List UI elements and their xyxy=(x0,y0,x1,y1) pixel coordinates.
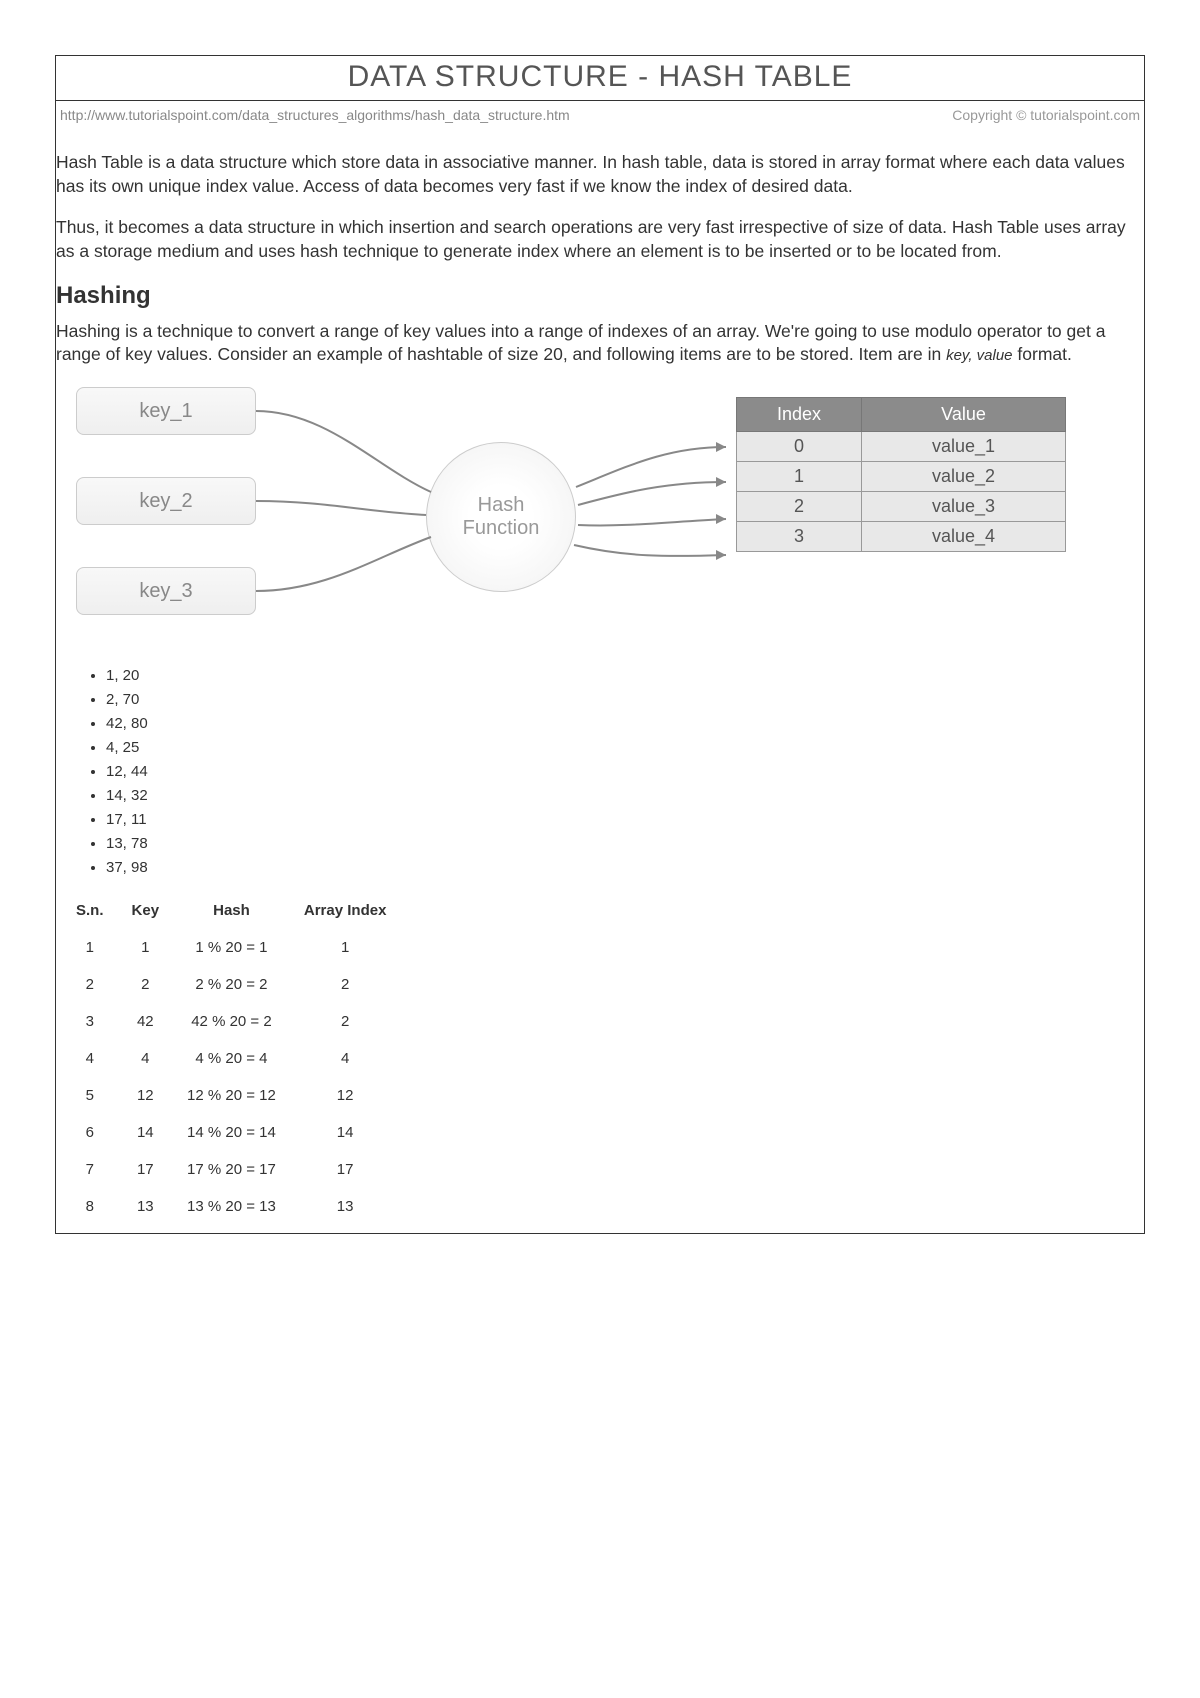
cell: 2 xyxy=(62,966,118,1003)
key-box-2: key_2 xyxy=(76,477,256,525)
hashing-text-b: format. xyxy=(1013,344,1072,364)
list-item: 2, 70 xyxy=(106,691,1142,708)
key-box-1: key_1 xyxy=(76,387,256,435)
out-cell: 3 xyxy=(737,521,862,551)
out-cell: 1 xyxy=(737,461,862,491)
cell: 4 xyxy=(62,1040,118,1077)
cell: 8 xyxy=(62,1188,118,1225)
table-row: 51212 % 20 = 1212 xyxy=(62,1077,400,1114)
hash-index-table: S.n. Key Hash Array Index 111 % 20 = 11 … xyxy=(62,896,400,1225)
out-cell: 0 xyxy=(737,431,862,461)
list-item: 13, 78 xyxy=(106,835,1142,852)
th-hash: Hash xyxy=(173,896,290,929)
table-row: 444 % 20 = 44 xyxy=(62,1040,400,1077)
page-title: DATA STRUCTURE - HASH TABLE xyxy=(56,56,1144,101)
list-item: 1, 20 xyxy=(106,667,1142,684)
out-cell: 2 xyxy=(737,491,862,521)
th-key: Key xyxy=(118,896,174,929)
th-sn: S.n. xyxy=(62,896,118,929)
key-box-3: key_3 xyxy=(76,567,256,615)
cell: 42 xyxy=(118,1003,174,1040)
source-url: http://www.tutorialspoint.com/data_struc… xyxy=(60,107,570,123)
hash-label-2: Function xyxy=(463,517,540,540)
hashing-paragraph: Hashing is a technique to convert a rang… xyxy=(56,320,1142,367)
table-row: 61414 % 20 = 1414 xyxy=(62,1114,400,1151)
cell: 2 xyxy=(290,1003,401,1040)
list-item: 14, 32 xyxy=(106,787,1142,804)
document-page: DATA STRUCTURE - HASH TABLE http://www.t… xyxy=(55,55,1145,1234)
hash-diagram: key_1 key_2 key_3 Hash Function xyxy=(66,387,1126,647)
out-cell: value_3 xyxy=(862,491,1066,521)
intro-paragraph-2: Thus, it becomes a data structure in whi… xyxy=(56,216,1142,263)
cell: 14 % 20 = 14 xyxy=(173,1114,290,1151)
cell: 12 % 20 = 12 xyxy=(173,1077,290,1114)
hashing-text-italic: key, value xyxy=(946,347,1012,364)
table-row: 222 % 20 = 22 xyxy=(62,966,400,1003)
out-cell: value_4 xyxy=(862,521,1066,551)
hash-label-1: Hash xyxy=(478,494,525,517)
table-row: 81313 % 20 = 1313 xyxy=(62,1188,400,1225)
item-list: 1, 20 2, 70 42, 80 4, 25 12, 44 14, 32 1… xyxy=(106,667,1142,876)
cell: 1 xyxy=(290,929,401,966)
cell: 14 xyxy=(290,1114,401,1151)
cell: 17 xyxy=(118,1151,174,1188)
cell: 1 xyxy=(118,929,174,966)
cell: 5 xyxy=(62,1077,118,1114)
cell: 12 xyxy=(290,1077,401,1114)
cell: 4 xyxy=(290,1040,401,1077)
list-item: 17, 11 xyxy=(106,811,1142,828)
table-row: 111 % 20 = 11 xyxy=(62,929,400,966)
cell: 42 % 20 = 2 xyxy=(173,1003,290,1040)
out-header-value: Value xyxy=(862,397,1066,431)
intro-paragraph-1: Hash Table is a data structure which sto… xyxy=(56,151,1142,198)
cell: 17 xyxy=(290,1151,401,1188)
list-item: 37, 98 xyxy=(106,859,1142,876)
cell: 4 xyxy=(118,1040,174,1077)
th-arrindex: Array Index xyxy=(290,896,401,929)
out-header-index: Index xyxy=(737,397,862,431)
cell: 17 % 20 = 17 xyxy=(173,1151,290,1188)
cell: 1 xyxy=(62,929,118,966)
meta-row: http://www.tutorialspoint.com/data_struc… xyxy=(56,101,1144,141)
cell: 3 xyxy=(62,1003,118,1040)
list-item: 4, 25 xyxy=(106,739,1142,756)
hash-function-node: Hash Function xyxy=(426,442,576,592)
content: Hash Table is a data structure which sto… xyxy=(56,151,1144,1233)
list-item: 12, 44 xyxy=(106,763,1142,780)
cell: 13 % 20 = 13 xyxy=(173,1188,290,1225)
cell: 4 % 20 = 4 xyxy=(173,1040,290,1077)
cell: 6 xyxy=(62,1114,118,1151)
cell: 7 xyxy=(62,1151,118,1188)
cell: 14 xyxy=(118,1114,174,1151)
table-row: 34242 % 20 = 22 xyxy=(62,1003,400,1040)
cell: 13 xyxy=(118,1188,174,1225)
cell: 2 % 20 = 2 xyxy=(173,966,290,1003)
copyright-text: Copyright © tutorialspoint.com xyxy=(952,107,1140,123)
out-cell: value_1 xyxy=(862,431,1066,461)
out-cell: value_2 xyxy=(862,461,1066,491)
cell: 1 % 20 = 1 xyxy=(173,929,290,966)
cell: 2 xyxy=(118,966,174,1003)
cell: 2 xyxy=(290,966,401,1003)
table-row: 71717 % 20 = 1717 xyxy=(62,1151,400,1188)
list-item: 42, 80 xyxy=(106,715,1142,732)
cell: 13 xyxy=(290,1188,401,1225)
diagram-output-table: Index Value 0value_1 1value_2 2value_3 3… xyxy=(736,397,1066,552)
hashing-heading: Hashing xyxy=(56,282,1142,310)
cell: 12 xyxy=(118,1077,174,1114)
